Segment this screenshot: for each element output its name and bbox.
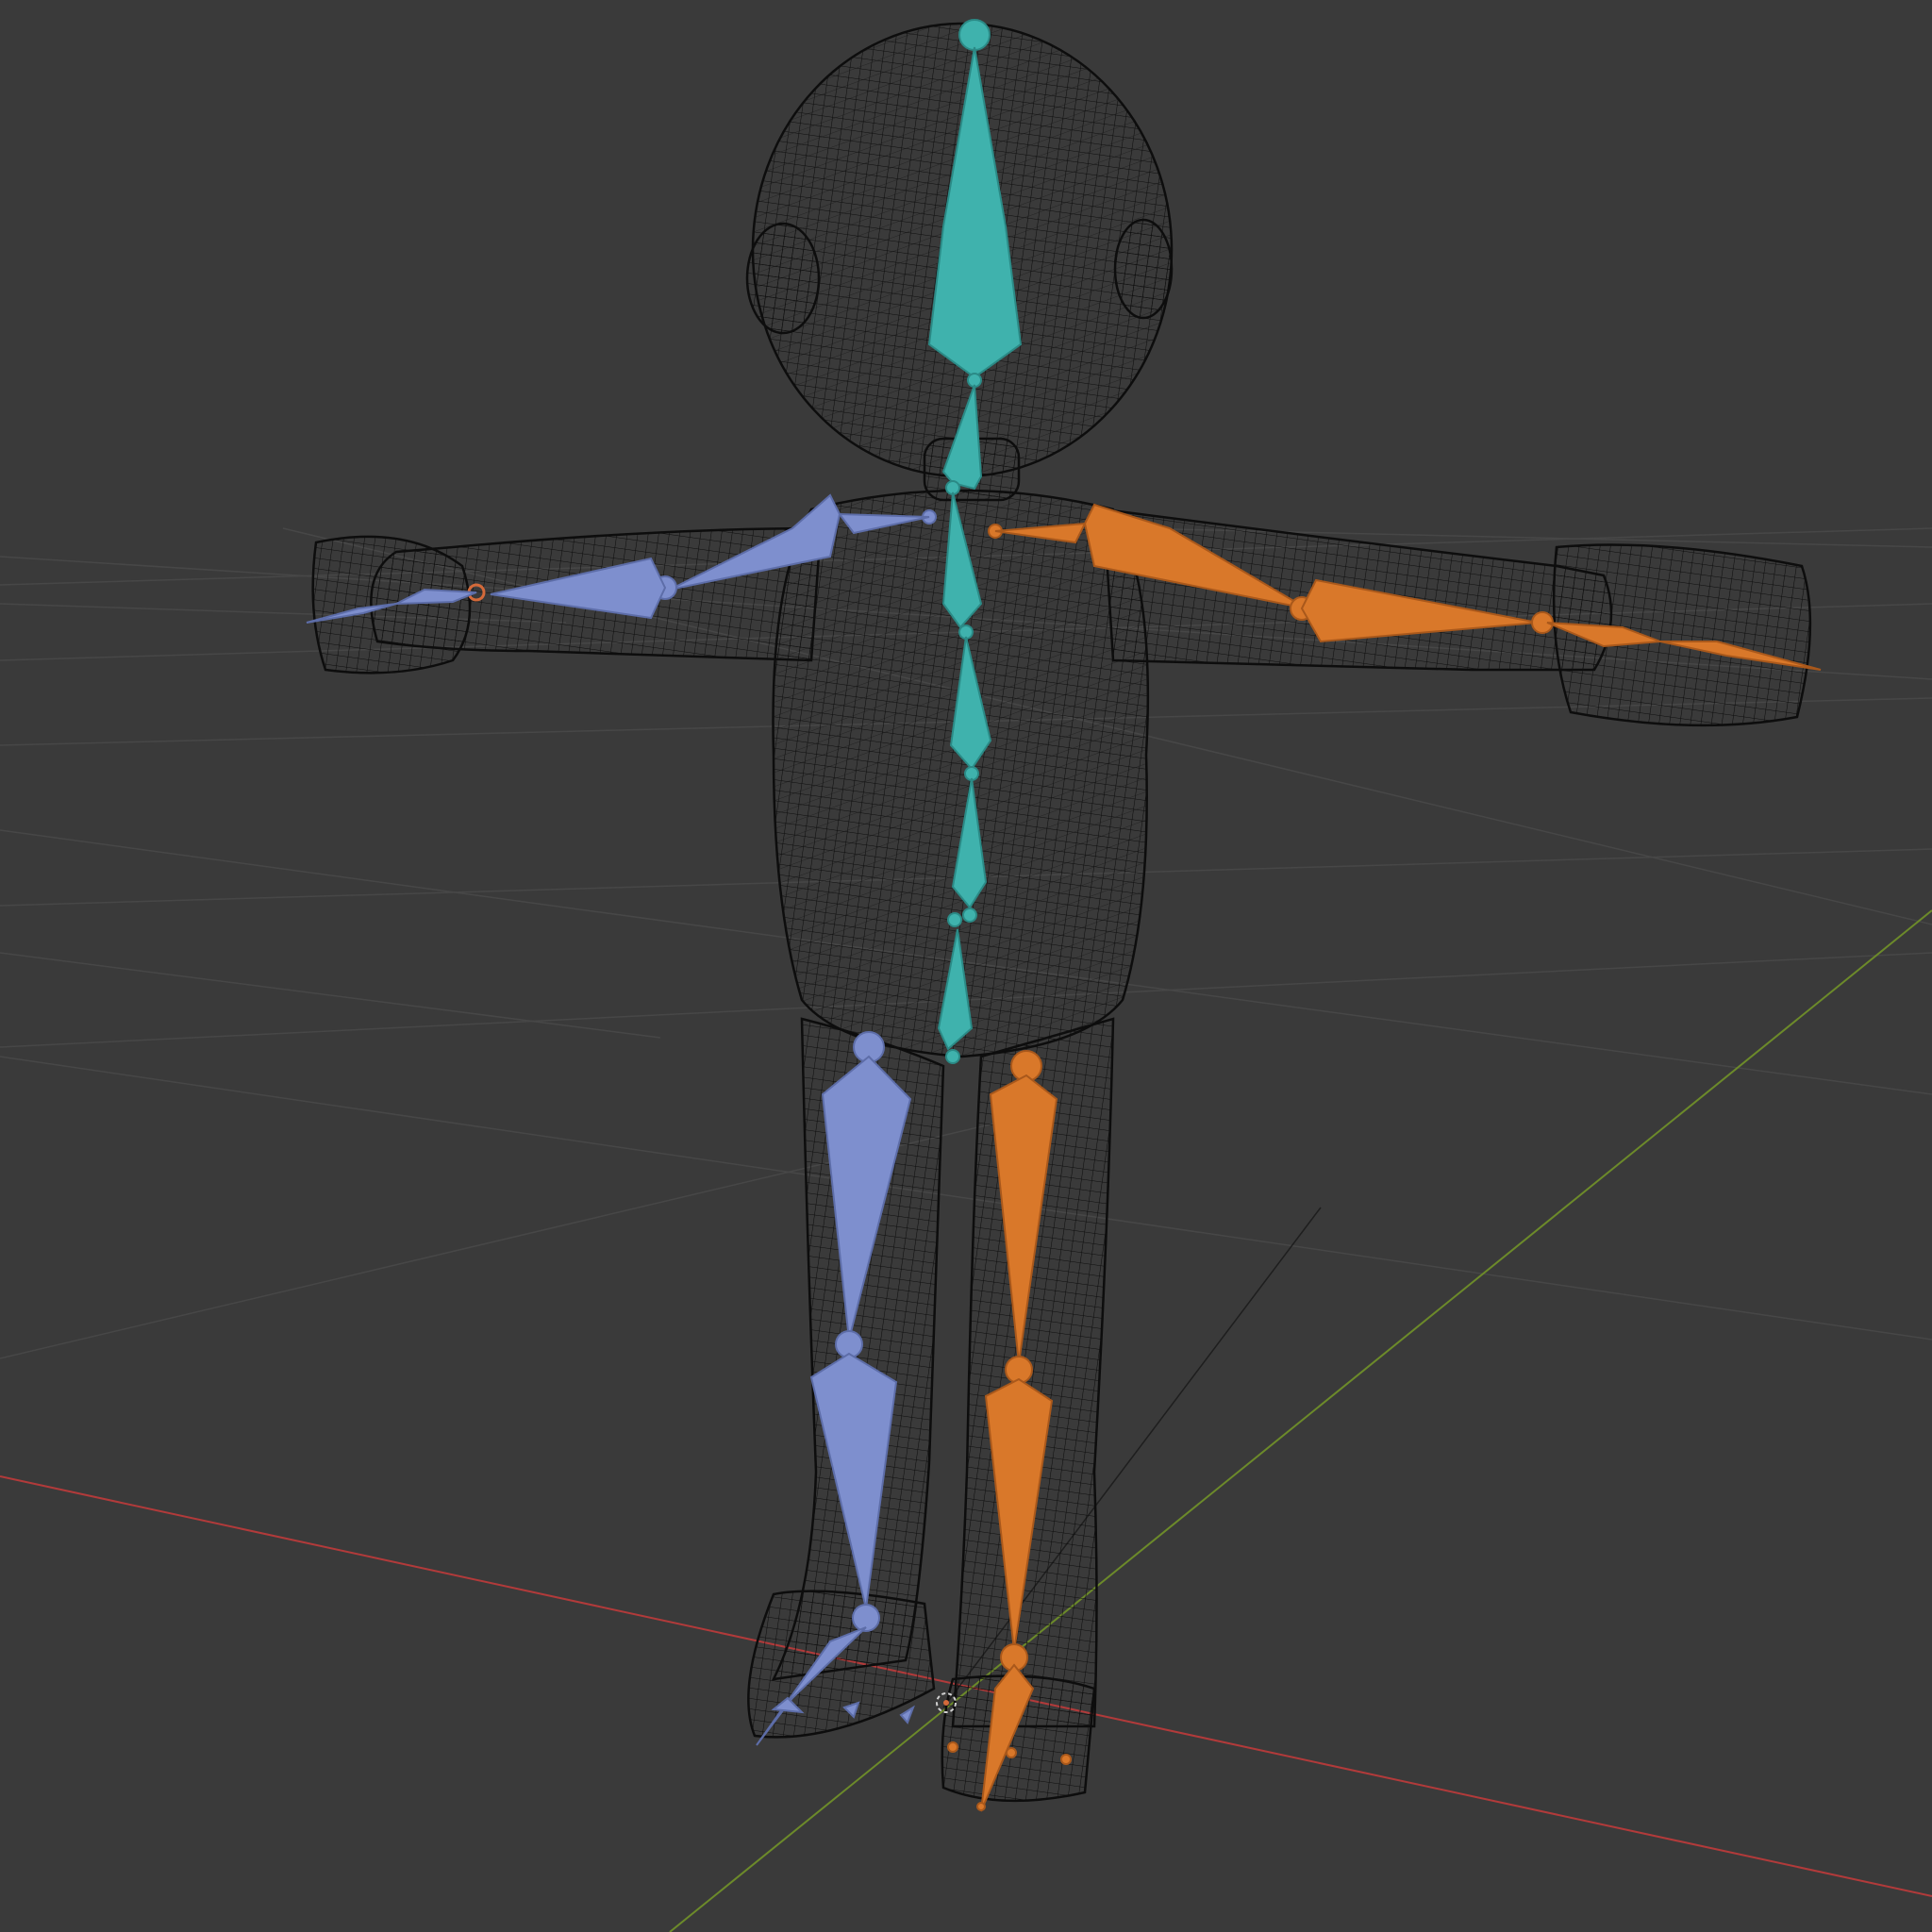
joint-toe-r — [976, 1802, 986, 1811]
bone-head-tip[interactable] — [958, 19, 991, 51]
joint-spine-base-2 — [962, 908, 977, 923]
joint-spine-base — [947, 912, 962, 927]
3d-viewport[interactable] — [0, 0, 1932, 1932]
joint-hips-end — [945, 1049, 960, 1064]
bone-heel-r[interactable] — [1060, 1754, 1072, 1765]
bone-foot-ctrl-r[interactable] — [1006, 1747, 1017, 1758]
bone-toe-r[interactable] — [947, 1741, 958, 1753]
